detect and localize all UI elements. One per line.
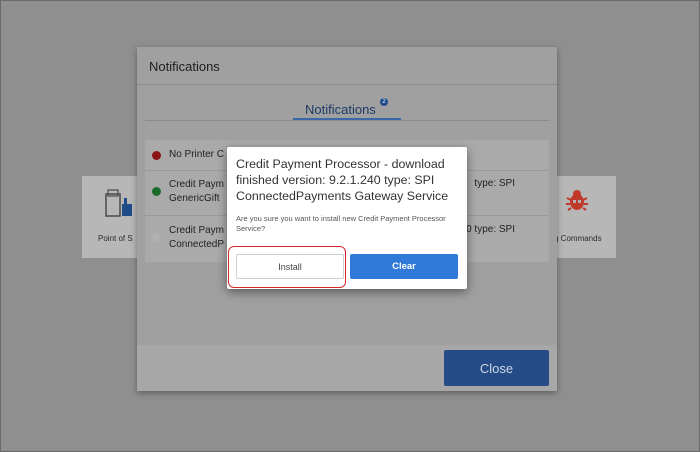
notification-count-badge: 2 [380, 98, 388, 106]
point-of-sale-label: Point of S [98, 234, 133, 243]
list-item-text: Credit Paym [169, 225, 225, 236]
install-highlight-outline [228, 246, 346, 288]
commands-label: g Commands [554, 234, 602, 243]
list-item-subtext: ConnectedP [169, 239, 225, 250]
panel-title: Notifications [149, 59, 220, 74]
printer-icon [105, 189, 132, 217]
dialog-title: Credit Payment Processor - download fini… [236, 157, 449, 203]
list-item-text: Credit Paym [169, 179, 225, 190]
close-button[interactable]: Close [444, 350, 549, 386]
tab-notifications[interactable]: Notifications [305, 102, 376, 117]
status-dot-icon [152, 187, 161, 196]
bug-icon [566, 190, 588, 211]
clear-button[interactable]: Clear [350, 254, 458, 279]
list-item-type: 0 type: SPI [466, 224, 515, 235]
status-dot-icon [152, 233, 161, 242]
dialog-message: Are you sure you want to install new Cre… [236, 214, 446, 233]
list-item-text: No Printer C [169, 149, 225, 160]
status-dot-icon [152, 151, 161, 160]
list-item-type: type: SPI [474, 178, 515, 189]
header-divider [137, 84, 557, 85]
tab-rule [145, 120, 549, 121]
list-item-subtext: GenericGift [169, 193, 220, 204]
